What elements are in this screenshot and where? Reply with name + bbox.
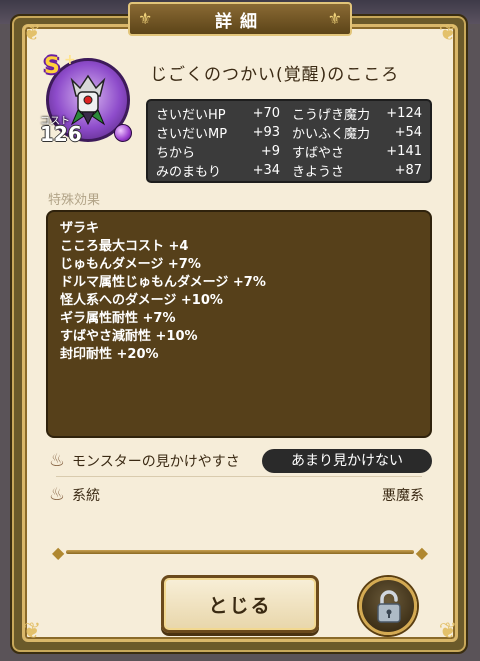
stat-name: ちから [156,146,196,161]
stat-name: さいだいHP [156,108,226,123]
effect-item: 封印耐性 +20% [60,347,159,362]
effect-item: すばやさ減耐性 +10% [60,329,198,344]
family-row: ♨ 系統 悪魔系 [46,482,432,508]
corner-ornament-icon: ❦ [438,619,458,644]
fleur-left-icon: ⚜ [138,9,153,28]
swirl-bullet-icon: ♨ [48,450,66,471]
family-label: 系統 [72,488,100,504]
decorative-divider: ◆ ◆ [52,543,428,562]
rank-plus: + [64,52,76,68]
lock-button[interactable] [359,577,417,635]
arrow-left-icon: ◆ [52,543,65,562]
dialog-title-tab: ⚜ 詳細 ⚜ [128,2,352,36]
stat-name: すばやさ [292,146,345,161]
stat-row: さいだいHP +70 こうげき魔力 +124 [156,104,422,123]
stat-name: こうげき魔力 [292,108,371,123]
cost-value: 126 [40,122,82,146]
corner-ornament-icon: ❦ [22,21,42,46]
fleur-right-icon: ⚜ [327,9,342,28]
row-divider [56,476,422,477]
close-button[interactable]: とじる [161,575,319,633]
effect-item: 怪人系へのダメージ +10% [60,293,223,308]
stat-value: +141 [386,144,422,159]
stat-value: +87 [394,163,422,178]
close-button-label: とじる [208,594,272,617]
stat-name: みのまもり [156,165,222,180]
stat-value: +70 [252,106,280,121]
stat-name: さいだいMP [156,127,228,142]
stat-value: +124 [386,106,422,121]
stat-value: +93 [252,125,280,140]
stat-name: かいふく魔力 [292,127,371,142]
divider-bar [66,550,414,554]
special-effects-label: 特殊効果 [48,193,101,208]
element-orb-icon [114,124,132,142]
effect-item: ギラ属性耐性 +7% [60,311,176,326]
family-value: 悪魔系 [382,488,424,504]
stats-table: さいだいHP +70 こうげき魔力 +124 さいだいMP +93 かいふく魔力… [146,99,432,183]
monster-name: じごくのつかい(覚醒)のこころ [150,65,400,85]
stat-row: ちから +9 すばやさ +141 [156,142,422,161]
special-effects-box[interactable]: ザラキ こころ最大コスト +4 じゅもんダメージ +7% ドルマ属性じゅもんダメ… [46,210,432,438]
visibility-row: ♨ モンスターの見かけやすさ あまり見かけない [46,448,432,474]
effect-item: ドルマ属性じゅもんダメージ +7% [60,275,266,290]
stat-value: +54 [394,125,422,140]
stat-row: みのまもり +34 きようさ +87 [156,161,422,180]
visibility-value: あまり見かけない [262,449,432,473]
corner-ornament-icon: ❦ [22,619,42,644]
arrow-right-icon: ◆ [415,543,428,562]
monster-portrait-icon [70,74,106,126]
stat-value: +9 [260,144,280,159]
swirl-bullet-icon: ♨ [48,484,66,505]
unlock-icon [377,590,401,623]
effect-item: じゅもんダメージ +7% [60,257,201,272]
visibility-label: モンスターの見かけやすさ [72,454,240,470]
monster-heart-icon: S + コスト 126 [40,52,136,148]
stat-value: +34 [252,163,280,178]
effect-item: ザラキ [60,221,100,236]
dialog-title: 詳細 [215,11,265,32]
effect-item: こころ最大コスト +4 [60,239,189,254]
corner-ornament-icon: ❦ [438,21,458,46]
stat-row: さいだいMP +93 かいふく魔力 +54 [156,123,422,142]
stat-name: きようさ [292,165,345,180]
